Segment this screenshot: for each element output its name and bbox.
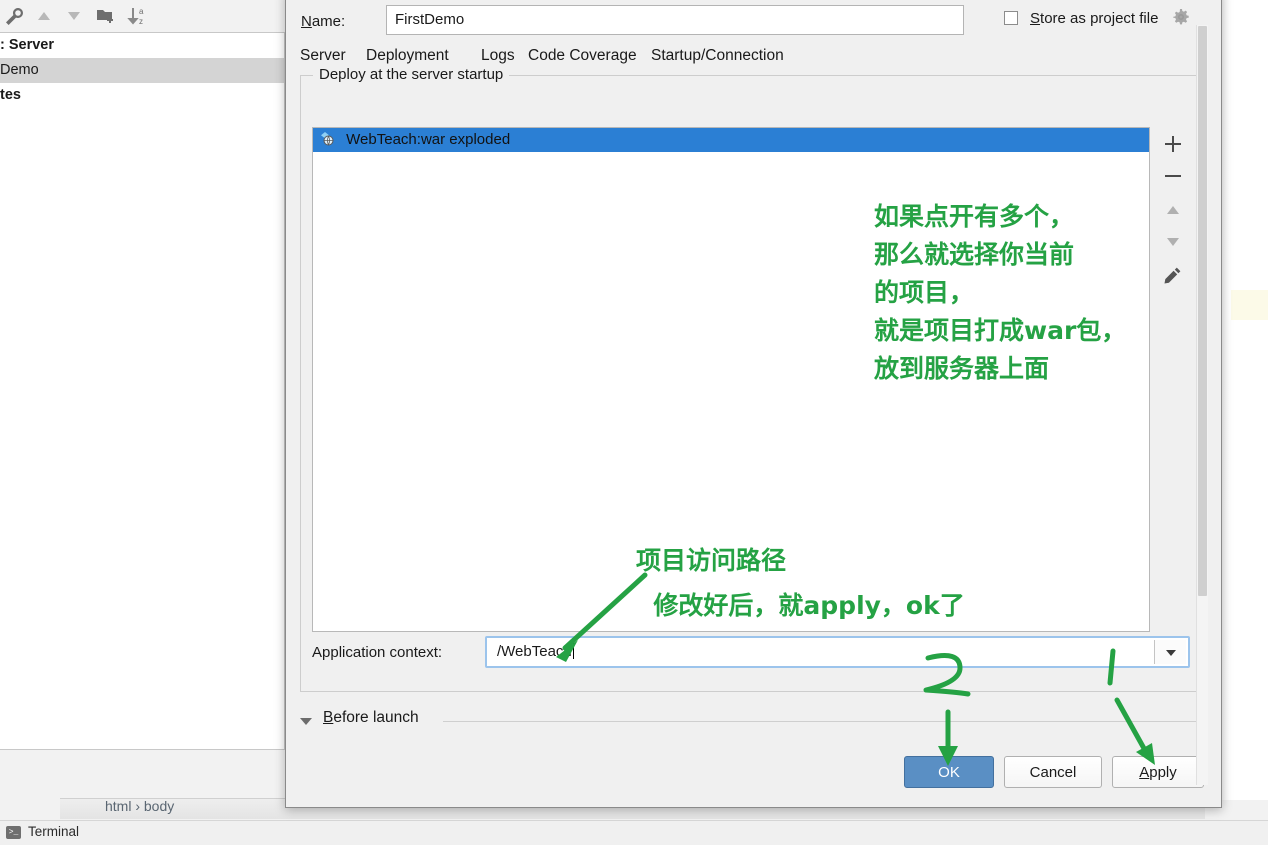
ok-button[interactable]: OK xyxy=(904,756,994,788)
tab-code-coverage[interactable]: Code Coverage xyxy=(528,43,637,74)
gear-icon[interactable] xyxy=(1172,8,1190,30)
sort-az-icon[interactable]: az xyxy=(127,5,149,27)
store-as-project-file-label[interactable]: Store as project file xyxy=(1030,10,1158,27)
store-label-mnemonic: S xyxy=(1030,10,1041,27)
terminal-icon: >_ xyxy=(6,826,21,839)
chevron-down-icon[interactable] xyxy=(1154,640,1186,664)
left-toolbar: az xyxy=(0,0,285,32)
tree-item-server[interactable]: : Server xyxy=(0,33,284,58)
apply-button[interactable]: Apply xyxy=(1112,756,1204,788)
apply-mnemonic: A xyxy=(1139,763,1150,781)
add-button[interactable] xyxy=(1152,127,1194,161)
deployment-panel: Deploy at the server startup WebTeach:wa… xyxy=(300,66,1205,692)
status-bar: >_ Terminal xyxy=(0,820,1268,845)
before-launch-label[interactable]: Before launch xyxy=(323,709,419,727)
svg-text:z: z xyxy=(139,17,143,26)
artifact-list[interactable]: WebTeach:war exploded xyxy=(312,127,1150,632)
left-tool-window: az : Server Demo tes xyxy=(0,0,285,750)
tree-item-demo[interactable]: Demo xyxy=(0,58,284,83)
move-up-button[interactable] xyxy=(1152,193,1194,227)
before-launch-section[interactable]: Before launch xyxy=(300,709,1205,735)
before-launch-mnemonic: B xyxy=(323,709,334,726)
arrow-up-icon[interactable] xyxy=(33,5,55,27)
edit-button[interactable] xyxy=(1152,259,1194,293)
list-item[interactable]: WebTeach:war exploded xyxy=(313,128,1149,152)
store-as-project-file-checkbox[interactable] xyxy=(1004,11,1018,25)
breadcrumb[interactable]: html › body xyxy=(105,798,174,814)
store-as-project-file-row[interactable]: Store as project file xyxy=(1004,8,1190,30)
wrench-icon[interactable] xyxy=(3,5,25,27)
application-context-label: Application context: xyxy=(312,644,443,661)
name-input[interactable]: FirstDemo xyxy=(386,5,964,35)
text-caret xyxy=(572,641,574,659)
artifact-list-buttons xyxy=(1152,127,1194,632)
application-context-row: Application context: /WebTeach xyxy=(312,636,1190,670)
dialog-footer: OK Cancel Apply xyxy=(286,743,1221,807)
name-row: Name: FirstDemo xyxy=(301,5,991,39)
name-label: Name: xyxy=(301,13,346,30)
editor-scrollbar[interactable] xyxy=(1196,25,1208,785)
run-debug-configurations-dialog: Name: FirstDemo Store as project file Se… xyxy=(285,0,1222,808)
chevron-down-icon[interactable] xyxy=(300,718,312,725)
scrollbar-thumb[interactable] xyxy=(1198,26,1207,596)
arrow-down-icon[interactable] xyxy=(63,5,85,27)
server-tree[interactable]: : Server Demo tes xyxy=(0,32,285,750)
svg-text:a: a xyxy=(139,7,144,16)
name-label-mnemonic: N xyxy=(301,13,312,30)
move-down-button[interactable] xyxy=(1152,225,1194,259)
artifact-war-icon xyxy=(319,131,337,147)
application-context-field[interactable]: /WebTeach xyxy=(485,636,1190,668)
tab-startup-connection[interactable]: Startup/Connection xyxy=(651,43,784,74)
deploy-group-title: Deploy at the server startup xyxy=(313,66,510,83)
terminal-tool-button[interactable]: Terminal xyxy=(28,824,79,839)
tree-item-tes[interactable]: tes xyxy=(0,83,284,108)
section-divider xyxy=(443,721,1205,722)
cancel-button[interactable]: Cancel xyxy=(1004,756,1102,788)
new-folder-icon[interactable] xyxy=(95,5,117,27)
remove-button[interactable] xyxy=(1152,159,1194,193)
list-item-label: WebTeach:war exploded xyxy=(346,131,511,148)
application-context-input[interactable]: /WebTeach xyxy=(489,640,1168,664)
